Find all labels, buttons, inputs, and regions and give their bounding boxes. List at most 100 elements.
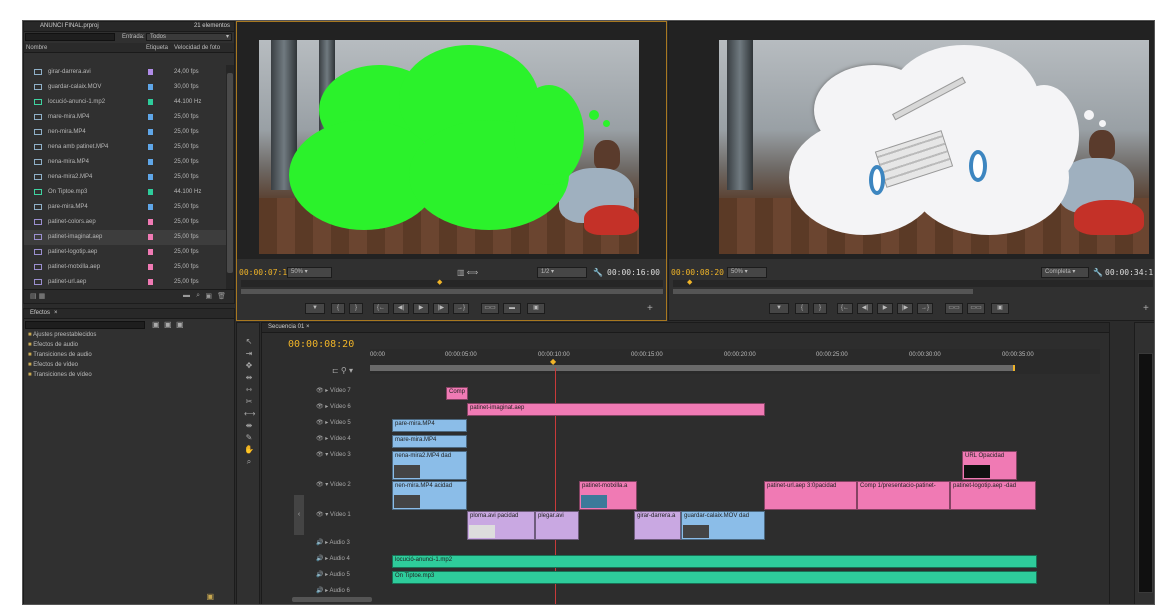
scroll-thumb[interactable] — [227, 73, 233, 273]
rolling-edit-tool-icon[interactable]: ⇹ — [244, 373, 254, 382]
trash-icon[interactable]: 🗑 — [217, 292, 226, 300]
clip-pare-mira[interactable]: pare-mira.MP4 — [392, 419, 467, 432]
source-zoom-dropdown[interactable]: 50% ▾ — [287, 267, 332, 278]
mark-in-point-button[interactable]: { — [331, 303, 345, 314]
clip-on-tiptoe[interactable]: On Tiptoe.mp3 — [392, 571, 1037, 584]
col-name[interactable]: Nombre — [26, 45, 47, 51]
playhead-icon[interactable]: ◆ — [437, 278, 442, 286]
effects-folder[interactable]: ■ Efectos de vídeo — [24, 361, 234, 371]
overwrite-button[interactable]: ▬ — [503, 303, 521, 314]
export-frame-button[interactable]: ▣ — [527, 303, 545, 314]
list-view-icon[interactable]: ▤ — [30, 293, 37, 300]
track-header-video-5[interactable]: 👁 ▸ Vídeo 5 — [316, 419, 386, 434]
col-label[interactable]: Etiqueta — [146, 45, 168, 51]
track-header-video-7[interactable]: 👁 ▸ Vídeo 7 — [316, 387, 386, 402]
hand-tool-icon[interactable]: ✋ — [244, 445, 254, 454]
source-time-ruler[interactable] — [241, 280, 663, 287]
mark-in-button[interactable]: ▼ — [769, 303, 789, 314]
track-header-video-1[interactable]: 👁 ▾ Vídeo 1 — [316, 511, 386, 526]
clip-guardar-calaix[interactable]: guardar-calaix.MOV dad — [681, 511, 765, 540]
list-item[interactable]: nena amb patinet.MP4 25,00 fps — [24, 140, 226, 155]
mark-in-button[interactable]: ▼ — [305, 303, 325, 314]
work-area-bar[interactable] — [370, 365, 1015, 371]
program-time-ruler[interactable] — [673, 280, 1153, 287]
list-item[interactable]: pare-mira.MP4 25,00 fps — [24, 200, 226, 215]
list-item[interactable]: patinet-logotip.aep 25,00 fps — [24, 245, 226, 260]
list-item[interactable]: girar-darrera.avi 24,00 fps — [24, 65, 226, 80]
eye-icon[interactable]: 👁 — [316, 404, 324, 410]
program-quality-dropdown[interactable]: Completa ▾ — [1041, 267, 1089, 278]
eye-icon[interactable]: 👁 — [316, 512, 324, 518]
playhead-icon[interactable]: ◆ — [550, 357, 556, 366]
filter-dropdown[interactable]: Todos ▾ — [146, 33, 232, 41]
new-bin-icon[interactable]: ▣ — [152, 320, 160, 329]
project-tab[interactable]: ANUNCI FINAL.prproj 21 elementos — [24, 22, 234, 32]
new-bin-icon[interactable]: ▬ — [183, 292, 190, 299]
clip-patinet-logotip[interactable]: patinet-logotip.aep -dad — [950, 481, 1036, 510]
list-item[interactable]: patinet-motxilla.aep 25,00 fps — [24, 260, 226, 275]
program-timecode[interactable]: 00:00:08:20 — [671, 268, 724, 277]
source-timecode[interactable]: 00:00:07:19 — [239, 268, 292, 277]
project-search-input[interactable] — [25, 33, 115, 41]
clip-nen-mira[interactable]: nen-mira.MP4 acidad — [392, 481, 467, 510]
playhead-icon[interactable]: ◆ — [687, 278, 692, 286]
project-scrollbar[interactable] — [226, 65, 234, 289]
col-rate[interactable]: Velocidad de foto — [174, 45, 220, 51]
extract-button[interactable]: ▭▭ — [967, 303, 985, 314]
clip-comp-1[interactable]: Comp 1/presentacio-patinet- — [857, 481, 950, 510]
speaker-icon[interactable]: 🔊 — [316, 588, 323, 594]
clip-patinet-imaginat[interactable]: patinet-imaginat.aep — [467, 403, 765, 416]
list-item[interactable]: locució-anunci-1.mp2 44.100 Hz — [24, 95, 226, 110]
clip-girar-darrera[interactable]: girar-darrera.a — [634, 511, 681, 540]
list-item[interactable]: nena-mira.MP4 25,00 fps — [24, 155, 226, 170]
clip-mare-mira[interactable]: mare-mira.MP4 — [392, 435, 467, 448]
track-header-audio-5[interactable]: 🔊 ▸ Audio 5 — [316, 571, 386, 586]
razor-tool-icon[interactable]: ✂ — [244, 397, 254, 406]
source-resolution-dropdown[interactable]: 1/2 ▾ — [537, 267, 587, 278]
clip-plegar[interactable]: plegar.avi — [535, 511, 579, 540]
snap-icon[interactable]: ⊏ ⚲ ▾ — [332, 366, 353, 375]
bin-footer-icon[interactable]: ▣ — [206, 592, 214, 601]
source-zoom-bar[interactable] — [241, 289, 663, 294]
track-header-video-2[interactable]: 👁 ▾ Vídeo 2 — [316, 481, 386, 496]
mark-in-point-button[interactable]: { — [795, 303, 809, 314]
eye-icon[interactable]: 👁 — [316, 482, 324, 488]
pen-tool-icon[interactable]: ✎ — [244, 433, 254, 442]
export-frame-button[interactable]: ▣ — [991, 303, 1009, 314]
eye-icon[interactable]: 👁 — [316, 452, 324, 458]
go-to-out-button[interactable]: →} — [917, 303, 933, 314]
list-item[interactable]: nen-mira.MP4 25,00 fps — [24, 125, 226, 140]
list-item[interactable]: patinet-url.aep 25,00 fps — [24, 275, 226, 290]
accelerated-icon[interactable]: ▣ — [164, 320, 172, 329]
selection-tool-icon[interactable]: ↖ — [244, 337, 254, 346]
collapse-tracks-button[interactable]: ‹ — [294, 495, 304, 535]
eye-icon[interactable]: 👁 — [316, 436, 324, 442]
zoom-tool-icon[interactable]: ⌕ — [244, 457, 254, 466]
clip-ploma[interactable]: ploma.avi pacidad — [467, 511, 535, 540]
step-forward-button[interactable]: |▶ — [433, 303, 449, 314]
add-button-icon[interactable]: + — [647, 303, 653, 314]
wrench-icon[interactable]: 🔧 — [1093, 268, 1103, 277]
effects-folder[interactable]: ■ Efectos de audio — [24, 341, 234, 351]
clip-comp[interactable]: Comp — [446, 387, 468, 400]
yuv-icon[interactable]: ▣ — [176, 320, 184, 329]
close-icon[interactable]: × — [54, 310, 58, 316]
eye-icon[interactable]: 👁 — [316, 388, 324, 394]
effects-tab[interactable]: Efectos × — [24, 309, 234, 319]
track-header-video-4[interactable]: 👁 ▸ Vídeo 4 — [316, 435, 386, 450]
play-button[interactable]: ▶ — [877, 303, 893, 314]
play-button[interactable]: ▶ — [413, 303, 429, 314]
icon-view-icon[interactable]: ▦ — [39, 293, 46, 300]
clip-locucio[interactable]: locució-anunci-1.mp2 — [392, 555, 1037, 568]
list-item[interactable]: patinet-imaginat.aep 25,00 fps — [24, 230, 226, 245]
mark-out-point-button[interactable]: } — [813, 303, 827, 314]
new-item-icon[interactable]: ▣ — [205, 292, 212, 300]
sequence-tab[interactable]: Secuencia 01 × — [262, 323, 1109, 333]
timeline-ruler[interactable]: 00:00 00:00:05:00 00:00:10:00 00:00:15:0… — [370, 349, 1100, 374]
speaker-icon[interactable]: 🔊 — [316, 540, 323, 546]
timeline-scrollbar[interactable] — [292, 597, 372, 602]
timeline-timecode[interactable]: 00:00:08:20 — [288, 339, 354, 350]
lift-button[interactable]: ▭▭ — [945, 303, 963, 314]
step-back-button[interactable]: ◀| — [857, 303, 873, 314]
insert-button[interactable]: ▭▭ — [481, 303, 499, 314]
